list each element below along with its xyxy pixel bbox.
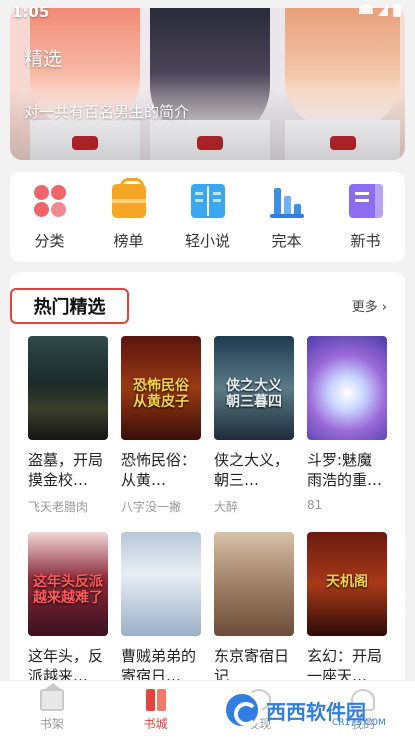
book-author: 81 (307, 498, 323, 512)
book-title: 侠之大义，朝三… (214, 451, 290, 489)
book-card[interactable]: 天机阁 玄幻：开局一座天… (307, 532, 387, 686)
book-cover: 侠之大义 朝三暮四 (214, 336, 294, 440)
cover-text: 这年头反派 越来越难了 (33, 573, 103, 606)
book-card[interactable]: 东京寄宿日记 (214, 532, 294, 686)
book-author: 大醉 (214, 500, 239, 514)
book-title: 斗罗:魅魔雨浩的重… (307, 451, 383, 489)
category-label: 轻小说 (184, 232, 230, 250)
book-cover: 恐怖民俗 从黄皮子 (121, 336, 201, 440)
category-label: 完本 (271, 232, 302, 250)
nav-label: 书架 (39, 717, 64, 731)
category-item-light-novel[interactable]: 轻小说 (176, 184, 240, 262)
banner-title: 精选 (24, 48, 63, 70)
bookshelf-icon (39, 683, 64, 711)
book-card[interactable]: 这年头反派 越来越难了 这年头，反派越来… (28, 532, 108, 686)
wifi-icon (359, 4, 373, 14)
status-icons (359, 4, 401, 17)
nav-bookstore[interactable]: 书城 (104, 681, 208, 738)
watermark-sub: CR173.COM (332, 718, 386, 728)
bookstore-icon (144, 689, 168, 711)
book-card[interactable]: 斗罗:魅魔雨浩的重… 81 (307, 336, 387, 512)
category-grid-icon (33, 184, 67, 218)
cover-text: 天机阁 (326, 573, 368, 590)
cover-text: 恐怖民俗 从黄皮子 (133, 377, 189, 410)
book-card[interactable]: 侠之大义 朝三暮四 侠之大义，朝三… 大醉 (214, 336, 294, 515)
battery-icon (393, 4, 401, 17)
nav-label: 书城 (143, 717, 168, 731)
hot-picks-section: 热门精选 更多 › 盗墓，开局摸金校… 飞天老腊肉 恐怖民俗 从黄皮子 恐怖民俗：… (10, 272, 405, 692)
completed-bars-icon (269, 184, 304, 218)
nav-bookshelf[interactable]: 书架 (0, 681, 104, 738)
category-item-completed[interactable]: 完本 (255, 184, 319, 262)
book-title: 盗墓，开局摸金校… (28, 451, 104, 489)
category-label: 新书 (350, 232, 381, 250)
new-book-icon (348, 184, 383, 218)
more-label: 更多 (351, 300, 378, 315)
book-cover (307, 336, 387, 440)
more-link[interactable]: 更多 › (352, 296, 387, 315)
watermark: 西西软件园 CR173.COM (222, 688, 407, 732)
banner-description: 对一共有百名男生的简介 (24, 103, 190, 121)
section-title: 热门精选 (10, 288, 129, 324)
book-author: 八字没一撇 (121, 500, 182, 514)
cover-text: 侠之大义 朝三暮四 (226, 377, 282, 410)
category-item-classify[interactable]: 分类 (18, 184, 82, 262)
book-author: 飞天老腊肉 (28, 500, 89, 514)
category-item-ranking[interactable]: 榜单 (97, 178, 161, 262)
book-cover (28, 336, 108, 440)
status-time: 1:05 (12, 3, 50, 21)
book-cover: 这年头反派 越来越难了 (28, 532, 108, 636)
category-item-new-book[interactable]: 新书 (334, 184, 398, 262)
book-cover (121, 532, 201, 636)
book-title: 恐怖民俗：从黄… (121, 451, 197, 489)
book-card[interactable]: 盗墓，开局摸金校… 飞天老腊肉 (28, 336, 108, 515)
banner[interactable]: 精选 对一共有百名男生的简介 (10, 8, 405, 160)
signal-icon (378, 4, 388, 16)
watermark-logo-icon (222, 690, 262, 730)
book-cover: 天机阁 (307, 532, 387, 636)
chevron-right-icon: › (381, 300, 387, 315)
ranking-bag-icon (111, 178, 146, 218)
category-card: 分类 榜单 轻小说 完本 新书 (10, 172, 405, 262)
book-cover (214, 532, 294, 636)
category-label: 分类 (34, 232, 65, 250)
book-card[interactable]: 曹贼弟弟的寄宿日… (121, 532, 201, 686)
light-novel-book-icon (190, 184, 225, 218)
category-label: 榜单 (113, 232, 144, 250)
book-card[interactable]: 恐怖民俗 从黄皮子 恐怖民俗：从黄… 八字没一撇 (121, 336, 201, 515)
